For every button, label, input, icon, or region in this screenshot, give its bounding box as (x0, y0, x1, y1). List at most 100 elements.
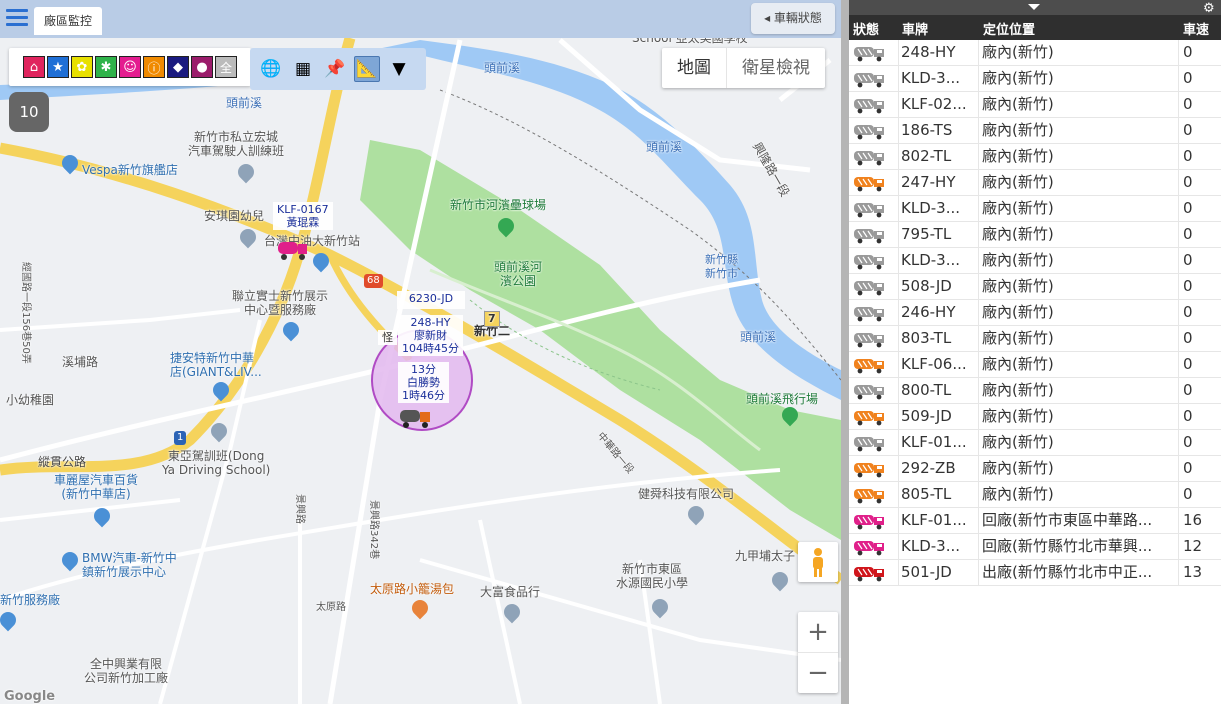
street-view-button[interactable] (798, 542, 838, 582)
vehicle-location-cell: 廠內(新竹) (979, 170, 1179, 195)
grey-truck-icon (854, 437, 884, 452)
orange-truck-icon (854, 489, 884, 504)
vehicle-location-cell: 廠內(新竹) (979, 430, 1179, 455)
vehicle-row[interactable]: KLD-3... 廠內(新竹) 0 (849, 66, 1221, 92)
category-all-button[interactable]: 全 (215, 56, 237, 78)
map-view[interactable]: School 亞太美國學校 頭前溪 頭前溪 頭前溪 頭前溪 新竹市私立宏城 汽車… (0, 0, 841, 704)
vehicle-row[interactable]: KLD-3... 廠內(新竹) 0 (849, 248, 1221, 274)
cluster-truck-icon[interactable] (398, 404, 434, 430)
hamburger-menu-icon[interactable] (6, 9, 28, 29)
vehicle-status-cell (849, 430, 899, 455)
vehicle-row[interactable]: KLF-01... 回廠(新竹市東區中華路... 16 (849, 508, 1221, 534)
star-category-icon[interactable]: ★ (47, 56, 69, 78)
vehicle-status-cell (849, 144, 899, 169)
vehicle-row[interactable]: KLF-06... 廠內(新竹) 0 (849, 352, 1221, 378)
vehicle-row[interactable]: 795-TL 廠內(新竹) 0 (849, 222, 1221, 248)
vehicle-row[interactable]: 248-HY 廠內(新竹) 0 (849, 40, 1221, 66)
vehicle-status-cell (849, 92, 899, 117)
chevron-left-icon: ◂ (764, 11, 771, 25)
vehicle-status-cell (849, 66, 899, 91)
vehicle-row[interactable]: 802-TL 廠內(新竹) 0 (849, 144, 1221, 170)
globe-tool-icon[interactable]: 🌐 (258, 56, 284, 82)
map-tool-icon[interactable]: ▦ (290, 56, 316, 82)
vehicle-location-cell: 廠內(新竹) (979, 118, 1179, 143)
vehicle-status-cell (849, 508, 899, 533)
vehicle-row[interactable]: KLD-3... 回廠(新竹縣竹北市華興... 12 (849, 534, 1221, 560)
header-plate[interactable]: 車牌 (902, 19, 928, 38)
vehicle-status-cell (849, 404, 899, 429)
vehicle-location-cell: 回廠(新竹縣竹北市華興... (979, 534, 1179, 559)
smile-category-icon[interactable]: ☺ (119, 56, 141, 78)
vehicle-location-cell: 廠內(新竹) (979, 326, 1179, 351)
vehicle-speed-cell: 0 (1183, 433, 1193, 451)
header-location[interactable]: 定位位置 (983, 19, 1035, 38)
info-category-icon[interactable]: ⓘ (143, 56, 165, 78)
vehicle-row[interactable]: 246-HY 廠內(新竹) 0 (849, 300, 1221, 326)
map-label-dongya: 東亞駕訓班(Dong Ya Driving School) (162, 449, 271, 477)
vehicle-location-cell: 廠內(新竹) (979, 378, 1179, 403)
collapse-arrow-icon[interactable] (1028, 4, 1040, 10)
vehicle-location-cell: 廠內(新竹) (979, 40, 1179, 65)
map-vehicle-time: 1時46分 (402, 389, 445, 402)
map-type-satellite-button[interactable]: 衛星檢視 (726, 48, 825, 88)
zoom-out-button[interactable]: − (798, 652, 838, 692)
zoom-in-button[interactable]: + (798, 612, 838, 652)
tab-factory-monitor[interactable]: 廠區監控 (34, 7, 103, 35)
gear-icon[interactable]: ⚙ (1203, 2, 1217, 16)
diamond-category-icon[interactable]: ◆ (167, 56, 189, 78)
vehicle-speed-cell: 13 (1183, 563, 1203, 581)
vehicle-row[interactable]: 247-HY 廠內(新竹) 0 (849, 170, 1221, 196)
panel-splitter[interactable] (841, 0, 849, 704)
vehicle-row[interactable]: 508-JD 廠內(新竹) 0 (849, 274, 1221, 300)
vehicle-row[interactable]: 805-TL 廠內(新竹) 0 (849, 482, 1221, 508)
vehicle-row[interactable]: 509-JD 廠內(新竹) 0 (849, 404, 1221, 430)
map-vehicle-time: 104時45分 (402, 342, 459, 355)
vehicle-plate-cell: 509-JD (899, 404, 979, 429)
vehicle-row[interactable]: KLD-3... 廠內(新竹) 0 (849, 196, 1221, 222)
vehicle-speed-cell: 0 (1183, 485, 1193, 503)
vehicle-row[interactable]: 186-TS 廠內(新竹) 0 (849, 118, 1221, 144)
vehicle-speed-cell: 0 (1183, 303, 1193, 321)
ruler-tool-icon[interactable]: 📐 (354, 56, 380, 82)
map-label-airfield: 頭前溪飛行場 (746, 392, 819, 406)
pink-truck-icon (854, 515, 884, 530)
vehicle-row[interactable]: 501-JD 出廠(新竹縣竹北市中正... 13 (849, 560, 1221, 586)
vehicle-status-cell (849, 560, 899, 585)
map-vehicle-label[interactable]: 248-HY 廖新財 104時45分 (398, 315, 463, 356)
vehicle-plate-cell: 186-TS (899, 118, 979, 143)
header-status[interactable]: 狀態 (853, 19, 879, 38)
vehicle-row[interactable]: 803-TL 廠內(新竹) 0 (849, 326, 1221, 352)
vehicle-location-cell: 出廠(新竹縣竹北市中正... (979, 560, 1179, 585)
map-vehicle-label[interactable]: 6230-JD (397, 291, 465, 309)
map-type-map-button[interactable]: 地圖 (662, 48, 726, 88)
map-vehicle-label[interactable]: 13分 白勝勢 1時46分 (398, 362, 449, 403)
vehicle-location-cell: 回廠(新竹市東區中華路... (979, 508, 1179, 533)
home-category-icon[interactable]: ⌂ (23, 56, 45, 78)
route-1-shield: 1 (174, 431, 187, 445)
cross-category-icon[interactable]: ✱ (95, 56, 117, 78)
vehicle-speed-cell: 0 (1183, 355, 1193, 373)
map-label-quanzhong: 全中興業有限 公司新竹加工廠 (84, 657, 169, 685)
vehicle-speed-cell: 0 (1183, 277, 1193, 295)
vehicle-status-cell (849, 534, 899, 559)
grey-truck-icon (854, 73, 884, 88)
vehicle-count-badge[interactable]: 10 (9, 92, 49, 132)
grey-truck-icon (854, 307, 884, 322)
vehicle-row[interactable]: 800-TL 廠內(新竹) 0 (849, 378, 1221, 404)
pin-tool-icon[interactable]: 📌 (322, 56, 348, 82)
map-vehicle-label[interactable]: 怪 (378, 330, 397, 345)
vehicle-row[interactable]: KLF-01... 廠內(新竹) 0 (849, 430, 1221, 456)
header-speed[interactable]: 車速 (1183, 19, 1209, 38)
vehicle-row[interactable]: 292-ZB 廠內(新竹) 0 (849, 456, 1221, 482)
vehicle-plate-cell: 795-TL (899, 222, 979, 247)
map-vehicle-label[interactable]: KLF-0167 黃琨霖 (273, 202, 333, 230)
flower-category-icon[interactable]: ✿ (71, 56, 93, 78)
top-toolbar: 廠區監控 ◂ 車輛狀態 (0, 0, 841, 38)
vehicle-status-button[interactable]: ◂ 車輛狀態 (751, 3, 835, 34)
drop-category-icon[interactable]: ● (191, 56, 213, 78)
filter-tool-icon[interactable]: ▼ (386, 56, 412, 82)
map-label-river: 頭前溪 (740, 330, 777, 344)
pink-truck-icon[interactable] (276, 236, 310, 262)
vehicle-row[interactable]: KLF-02... 廠內(新竹) 0 (849, 92, 1221, 118)
vehicle-status-cell (849, 326, 899, 351)
